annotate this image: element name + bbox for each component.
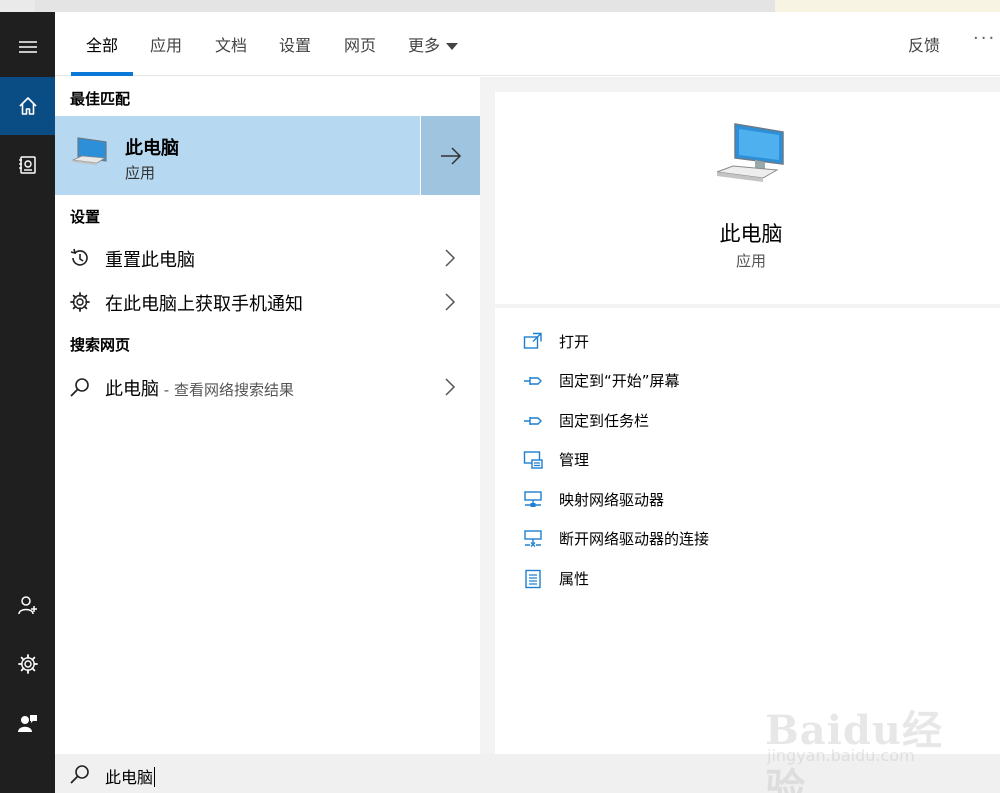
tab-web[interactable]: 网页	[344, 32, 376, 76]
settings-button[interactable]	[0, 635, 55, 693]
add-user-icon	[17, 596, 37, 615]
list-item-label: 重置此电脑	[105, 250, 195, 271]
action-map-network-drive[interactable]: 映射网络驱动器	[523, 486, 983, 514]
notebook-icon	[18, 156, 36, 174]
detail-header-card: 此电脑 应用	[495, 92, 1000, 304]
arrow-right-icon	[440, 146, 461, 165]
search-box[interactable]: 此电脑	[55, 754, 1000, 793]
manage-icon	[523, 451, 543, 469]
web-hint: - 查看网络搜索结果	[159, 381, 294, 399]
action-label: 固定到任务栏	[559, 412, 650, 430]
hamburger-menu-button[interactable]	[0, 18, 55, 76]
computer-icon	[71, 137, 107, 165]
web-query: 此电脑	[105, 379, 159, 400]
tab-label: 应用	[150, 36, 183, 55]
more-options-button[interactable]: ···	[973, 28, 996, 49]
tab-more[interactable]: 更多	[408, 32, 459, 76]
action-pin-taskbar[interactable]: 固定到任务栏	[523, 407, 983, 435]
detail-subtitle: 应用	[735, 252, 766, 270]
best-match-name: 此电脑	[125, 138, 179, 159]
hamburger-icon	[18, 41, 37, 53]
chevron-right-icon	[445, 249, 456, 267]
action-pin-start[interactable]: 固定到“开始”屏幕	[523, 367, 983, 395]
list-item-web-search[interactable]: 此电脑 - 查看网络搜索结果	[55, 365, 480, 409]
tab-label: 设置	[279, 36, 312, 55]
open-icon	[523, 332, 542, 349]
background-window	[35, 0, 775, 12]
gear-icon	[17, 654, 38, 674]
section-settings: 设置	[70, 208, 101, 226]
action-label: 管理	[559, 451, 590, 469]
detail-title: 此电脑	[719, 222, 783, 246]
search-icon	[70, 765, 89, 784]
detail-actions: 打开 固定到“开始”屏幕 固定到任务栏 管理 映射网络驱动器 断开网络驱动器的连…	[495, 308, 1000, 754]
network-drive-icon	[524, 491, 542, 507]
chevron-right-icon	[445, 378, 456, 396]
action-label: 断开网络驱动器的连接	[559, 530, 710, 548]
disconnect-drive-icon	[524, 530, 542, 547]
notebook-button[interactable]	[0, 136, 55, 194]
account-button[interactable]	[0, 576, 55, 634]
home-button[interactable]	[0, 77, 55, 135]
list-item-label: 在此电脑上获取手机通知	[105, 294, 303, 315]
feedback-link[interactable]: 反馈	[908, 32, 940, 56]
action-label: 打开	[559, 333, 590, 351]
pin-icon	[524, 417, 542, 425]
feedback-hub-button[interactable]	[0, 694, 55, 752]
properties-icon	[525, 569, 541, 589]
tab-label: 全部	[86, 36, 119, 55]
search-input[interactable]: 此电脑	[105, 764, 156, 788]
tab-label: 文档	[215, 36, 248, 55]
filter-tabs: 全部 应用 文档 设置 网页 更多 反馈 ···	[55, 12, 1000, 76]
feedback-person-icon	[17, 715, 37, 732]
list-item-reset-pc[interactable]: 重置此电脑	[55, 236, 480, 280]
list-item-label: 此电脑 - 查看网络搜索结果	[105, 375, 294, 401]
list-item-phone-notifications[interactable]: 在此电脑上获取手机通知	[55, 280, 480, 324]
gear-icon	[70, 292, 90, 312]
section-best-match: 最佳匹配	[70, 90, 131, 108]
pin-icon	[524, 377, 542, 385]
text-cursor	[154, 767, 156, 787]
home-icon	[18, 97, 37, 115]
history-icon	[70, 248, 88, 266]
tab-label: 更多	[408, 36, 441, 55]
computer-icon	[716, 123, 784, 182]
action-label: 属性	[559, 570, 590, 588]
search-icon	[70, 378, 89, 397]
chevron-down-icon	[446, 43, 459, 50]
tab-settings[interactable]: 设置	[279, 32, 311, 76]
chevron-right-icon	[445, 293, 456, 311]
section-web-search: 搜索网页	[70, 336, 131, 354]
action-open[interactable]: 打开	[523, 328, 983, 356]
best-match-type: 应用	[125, 164, 156, 182]
best-match-item[interactable]: 此电脑 应用	[55, 116, 420, 195]
tab-label: 网页	[344, 36, 377, 55]
search-query: 此电脑	[105, 768, 154, 787]
background-strip	[0, 0, 1000, 12]
expand-details-button[interactable]	[421, 116, 480, 195]
action-label: 固定到“开始”屏幕	[559, 372, 680, 390]
background-window-right	[775, 0, 1000, 12]
action-manage[interactable]: 管理	[523, 446, 983, 474]
action-disconnect-network-drive[interactable]: 断开网络驱动器的连接	[523, 525, 983, 553]
action-properties[interactable]: 属性	[523, 565, 983, 593]
left-rail	[0, 12, 55, 793]
tab-all[interactable]: 全部	[70, 32, 134, 76]
tab-apps[interactable]: 应用	[150, 32, 182, 76]
action-label: 映射网络驱动器	[559, 491, 665, 509]
results-list: 最佳匹配 此电脑 应用 设置 重置此电脑 在此电脑上获取手机通知 搜索网页 此电…	[55, 77, 480, 754]
tab-documents[interactable]: 文档	[215, 32, 247, 76]
